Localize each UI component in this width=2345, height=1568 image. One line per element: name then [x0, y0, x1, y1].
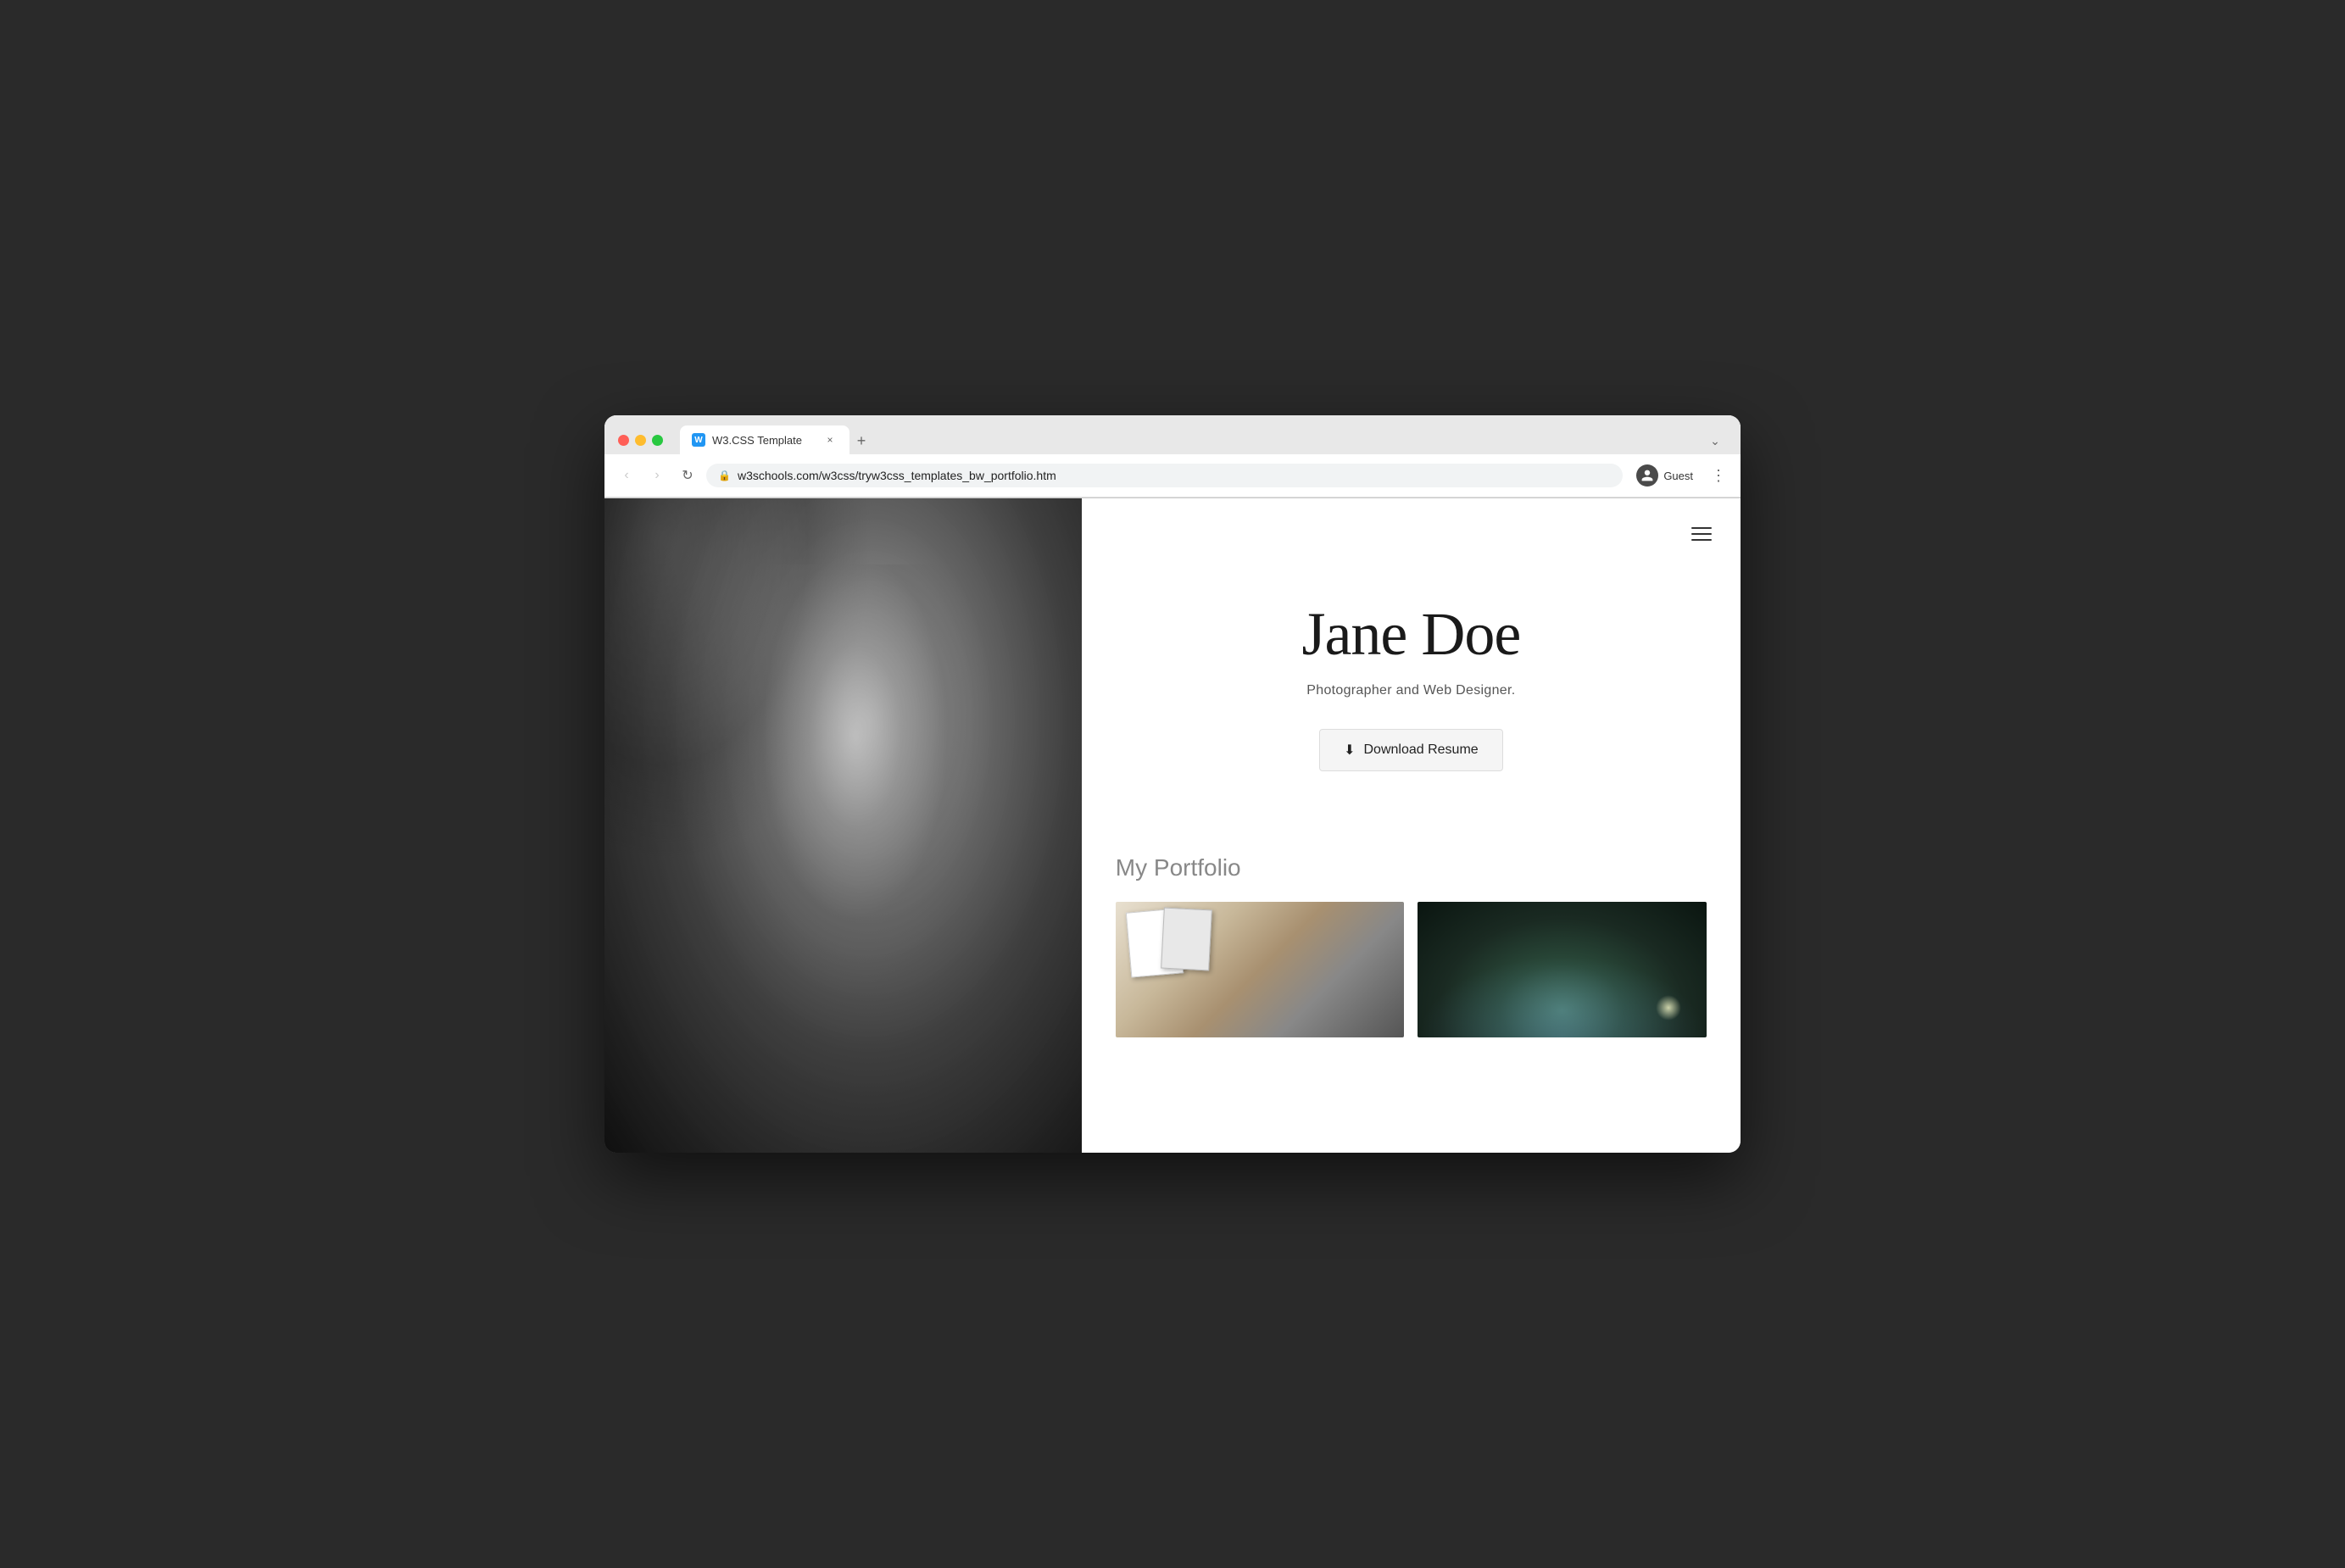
minimize-button[interactable] — [635, 435, 646, 446]
browser-menu-button[interactable]: ⋮ — [1707, 464, 1730, 487]
profile-area[interactable]: Guest — [1629, 461, 1700, 490]
tab-close-button[interactable]: × — [822, 432, 838, 448]
download-resume-button[interactable]: ⬇ Download Resume — [1319, 729, 1503, 771]
hero-subtitle: Photographer and Web Designer. — [1306, 683, 1515, 698]
close-button[interactable] — [618, 435, 629, 446]
tab-favicon: W — [692, 433, 705, 447]
download-label: Download Resume — [1364, 742, 1479, 758]
forward-button[interactable]: › — [645, 464, 669, 487]
browser-window: W W3.CSS Template × + ⌄ ‹ › ↻ 🔒 w3school… — [604, 415, 1741, 1153]
hamburger-line-3 — [1691, 539, 1712, 541]
profile-avatar-icon — [1636, 464, 1658, 487]
browser-toolbar: ‹ › ↻ 🔒 w3schools.com/w3css/tryw3css_tem… — [604, 454, 1741, 498]
tab-title: W3.CSS Template — [712, 434, 816, 447]
content-panel: Jane Doe Photographer and Web Designer. … — [1082, 498, 1741, 1153]
hero-section: Jane Doe Photographer and Web Designer. … — [1082, 498, 1741, 854]
portfolio-item[interactable] — [1418, 902, 1707, 1037]
portfolio-heading: My Portfolio — [1116, 854, 1707, 881]
traffic-lights — [618, 435, 663, 446]
address-bar[interactable]: 🔒 w3schools.com/w3css/tryw3css_templates… — [706, 464, 1623, 487]
profile-name: Guest — [1663, 470, 1693, 482]
portrait-background — [604, 498, 1082, 1153]
portfolio-item[interactable] — [1116, 902, 1405, 1037]
active-tab[interactable]: W W3.CSS Template × — [680, 425, 849, 454]
hamburger-line-2 — [1691, 533, 1712, 535]
new-tab-button[interactable]: + — [849, 429, 873, 453]
refresh-button[interactable]: ↻ — [676, 464, 699, 487]
portfolio-section: My Portfolio — [1082, 854, 1741, 1071]
webpage-content: Jane Doe Photographer and Web Designer. … — [604, 498, 1741, 1153]
browser-chrome: W W3.CSS Template × + ⌄ ‹ › ↻ 🔒 w3school… — [604, 415, 1741, 498]
tab-dropdown-button[interactable]: ⌄ — [1703, 429, 1727, 453]
portrait-highlight — [724, 564, 987, 994]
url-display: w3schools.com/w3css/tryw3css_templates_b… — [738, 469, 1611, 482]
lock-icon: 🔒 — [718, 470, 731, 481]
hamburger-menu-button[interactable] — [1686, 522, 1717, 546]
tabs-bar: W W3.CSS Template × + ⌄ — [680, 425, 1727, 454]
back-button[interactable]: ‹ — [615, 464, 638, 487]
portfolio-grid — [1116, 902, 1707, 1037]
hero-name: Jane Doe — [1301, 599, 1520, 670]
download-icon: ⬇ — [1344, 742, 1355, 759]
maximize-button[interactable] — [652, 435, 663, 446]
hamburger-line-1 — [1691, 527, 1712, 529]
portrait-panel — [604, 498, 1082, 1153]
browser-titlebar: W W3.CSS Template × + ⌄ — [604, 415, 1741, 454]
